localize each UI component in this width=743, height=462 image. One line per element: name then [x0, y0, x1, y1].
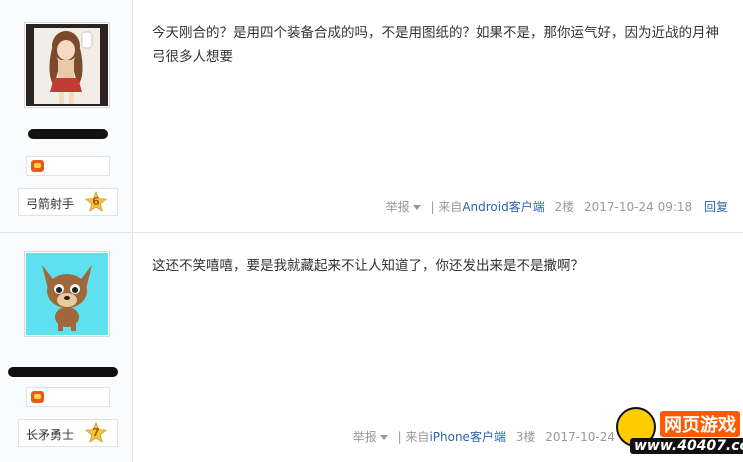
reply-button[interactable]: 回复	[704, 200, 728, 214]
chevron-down-icon	[412, 205, 421, 210]
post-tail: 举报 | 来自iPhone客户端 3楼 2017-10-24	[341, 428, 615, 445]
level-star-icon: 7	[85, 422, 107, 444]
author-sidebar: 长矛勇士 7	[0, 233, 133, 462]
report-button[interactable]: 举报	[380, 200, 421, 214]
watermark-title: 网页游戏	[660, 411, 740, 437]
chevron-down-icon	[379, 435, 388, 440]
from-prefix: | 来自	[397, 430, 430, 444]
level-number: 7	[92, 426, 100, 439]
client-link[interactable]: iPhone客户端	[429, 430, 506, 444]
username-redacted[interactable]	[28, 129, 108, 139]
game-icons-strip	[26, 387, 110, 407]
report-label: 举报	[352, 430, 377, 444]
game-icons-strip	[26, 156, 110, 176]
username-redacted[interactable]	[8, 367, 118, 377]
avatar-image	[26, 24, 108, 106]
post-time: 2017-10-24	[545, 430, 615, 444]
game-icon[interactable]	[31, 160, 44, 172]
post-time: 2017-10-24 09:18	[584, 200, 693, 214]
avatar[interactable]	[24, 22, 110, 108]
report-label: 举报	[385, 200, 410, 214]
post-content: 今天刚合的？是用四个装备合成的吗，不是用图纸的？如果不是，那你运气好，因为近战的…	[152, 25, 719, 65]
watermark-url: www.40407.com	[630, 438, 743, 454]
author-sidebar: 弓箭射手 6	[0, 0, 133, 232]
avatar[interactable]	[24, 251, 110, 337]
report-button[interactable]: 举报	[347, 430, 388, 444]
user-badge[interactable]: 长矛勇士 7	[18, 419, 118, 447]
from-prefix: | 来自	[430, 200, 463, 214]
post-content: 这还不笑嘻嘻，要是我就藏起来不让人知道了，你还发出来是不是撒啊？	[152, 258, 584, 274]
floor-number: 2楼	[554, 200, 575, 214]
badge-title: 弓箭射手	[26, 197, 75, 211]
game-icon[interactable]	[31, 391, 44, 403]
level-star-icon: 6	[85, 191, 107, 213]
avatar-image	[26, 253, 108, 335]
floor-number: 3楼	[515, 430, 536, 444]
badge-title: 长矛勇士	[26, 428, 75, 442]
site-watermark-logo: 网页游戏 www.40407.com	[612, 405, 743, 462]
level-number: 6	[92, 195, 100, 208]
user-badge[interactable]: 弓箭射手 6	[18, 188, 118, 216]
post-tail: 举报 | 来自Android客户端 2楼 2017-10-24 09:18 回复	[374, 198, 728, 215]
post-floor-2: 弓箭射手 6 今天刚合的？是用四个装备合成的吗，不是用图纸的？如果不是，那你运气…	[0, 0, 743, 232]
client-link[interactable]: Android客户端	[462, 200, 544, 214]
